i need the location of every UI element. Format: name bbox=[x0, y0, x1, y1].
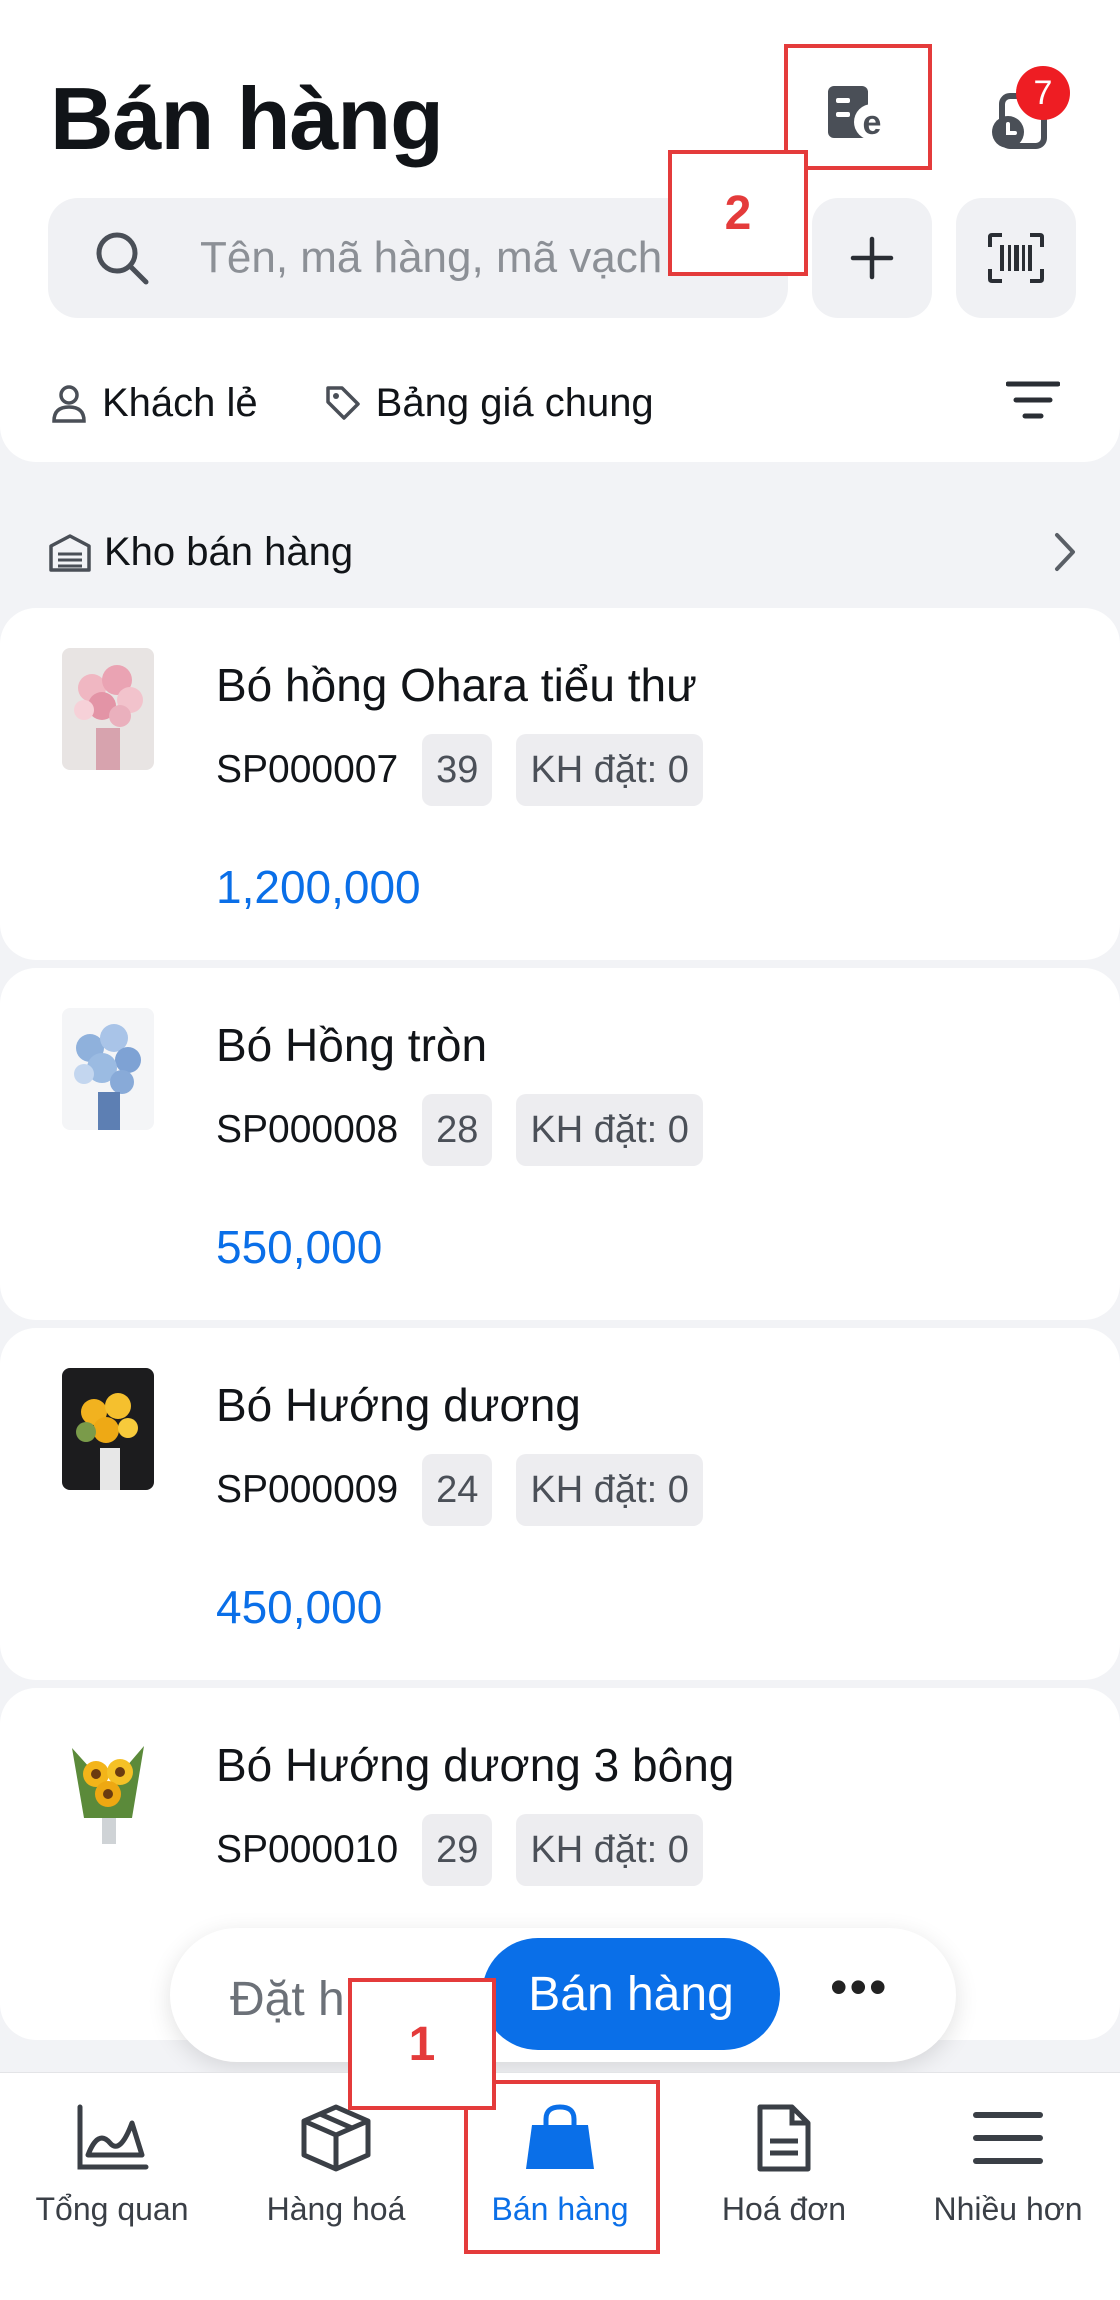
product-thumbnail bbox=[62, 648, 154, 770]
stock-chip: 28 bbox=[422, 1094, 493, 1166]
menu-icon bbox=[973, 2112, 1043, 2164]
order-tab[interactable]: Đặt h bbox=[230, 1972, 345, 2027]
product-thumbnail bbox=[62, 1728, 154, 1850]
nav-item-products[interactable]: Hàng hoá bbox=[224, 2103, 448, 2228]
filter-icon[interactable] bbox=[1006, 378, 1060, 422]
nav-label: Tổng quan bbox=[35, 2191, 189, 2227]
product-code: SP000009 bbox=[216, 1468, 399, 1511]
product-thumbnail bbox=[62, 1008, 154, 1130]
stock-chip: 24 bbox=[422, 1454, 493, 1526]
more-options-button[interactable]: ••• bbox=[830, 1958, 889, 2016]
sell-tab[interactable]: Bán hàng bbox=[482, 1938, 780, 2050]
nav-item-more[interactable]: Nhiều hơn bbox=[896, 2103, 1120, 2228]
warehouse-icon bbox=[49, 534, 91, 572]
add-button[interactable] bbox=[812, 198, 932, 318]
product-price: 550,000 bbox=[216, 1221, 383, 1273]
price-list-label: Bảng giá chung bbox=[375, 380, 654, 425]
warehouse-label: Kho bán hàng bbox=[104, 529, 354, 574]
warehouse-selector[interactable]: Kho bán hàng bbox=[48, 520, 1078, 584]
customer-label: Khách lẻ bbox=[102, 380, 258, 425]
product-price: 450,000 bbox=[216, 1581, 383, 1633]
page-title: Bán hàng bbox=[50, 69, 444, 168]
price-list-selector[interactable]: Bảng giá chung bbox=[324, 381, 654, 426]
document-icon bbox=[757, 2104, 811, 2172]
tag-icon bbox=[325, 386, 360, 420]
barcode-scan-icon bbox=[988, 233, 1044, 283]
product-name: Bó Hướng dương bbox=[216, 1379, 581, 1431]
chevron-right-icon bbox=[1055, 533, 1075, 571]
product-name: Bó hồng Ohara tiểu thư bbox=[216, 659, 697, 711]
nav-label: Hàng hoá bbox=[266, 2191, 406, 2227]
header-panel: Bán hàng e 7 Tên, mã hàng, mã vạch Khách… bbox=[0, 0, 1120, 462]
search-input[interactable] bbox=[200, 233, 680, 283]
product-card[interactable]: Bó hồng Ohara tiểu thư SP000007 39 KH đặ… bbox=[0, 608, 1120, 960]
filter-row: Khách lẻ Bảng giá chung bbox=[50, 368, 1060, 438]
box-icon bbox=[301, 2104, 371, 2172]
annotation-label-2: 2 bbox=[668, 150, 808, 276]
chart-icon bbox=[77, 2104, 149, 2170]
nav-item-invoices[interactable]: Hoá đơn bbox=[672, 2103, 896, 2228]
product-thumbnail bbox=[62, 1368, 154, 1490]
stock-chip: 29 bbox=[422, 1814, 493, 1886]
product-card[interactable]: Bó Hướng dương SP000009 24 KH đặt: 0 450… bbox=[0, 1328, 1120, 1680]
product-code: SP000007 bbox=[216, 748, 399, 791]
plus-icon bbox=[850, 236, 894, 280]
product-name: Bó Hồng tròn bbox=[216, 1019, 488, 1071]
ordered-chip: KH đặt: 0 bbox=[516, 734, 703, 806]
product-code: SP000008 bbox=[216, 1108, 399, 1151]
ordered-chip: KH đặt: 0 bbox=[516, 1094, 703, 1166]
history-button[interactable]: 7 bbox=[962, 62, 1078, 178]
product-card[interactable]: Bó Hồng tròn SP000008 28 KH đặt: 0 550,0… bbox=[0, 968, 1120, 1320]
ordered-chip: KH đặt: 0 bbox=[516, 1814, 703, 1886]
notification-badge: 7 bbox=[1016, 66, 1070, 120]
nav-label: Hoá đơn bbox=[721, 2191, 847, 2227]
annotation-label-1: 1 bbox=[348, 1978, 496, 2110]
nav-label: Nhiều hơn bbox=[933, 2191, 1083, 2227]
product-price: 1,200,000 bbox=[216, 861, 421, 913]
product-code: SP000010 bbox=[216, 1828, 399, 1871]
search-icon bbox=[96, 232, 149, 285]
nav-item-overview[interactable]: Tổng quan bbox=[0, 2103, 224, 2228]
order-mode-bar: Đặt h Bán hàng ••• bbox=[170, 1928, 956, 2062]
customer-selector[interactable]: Khách lẻ bbox=[50, 381, 258, 426]
stock-chip: 39 bbox=[422, 734, 493, 806]
ordered-chip: KH đặt: 0 bbox=[516, 1454, 703, 1526]
person-icon bbox=[52, 385, 86, 423]
product-name: Bó Hướng dương 3 bông bbox=[216, 1739, 735, 1791]
barcode-scan-button[interactable] bbox=[956, 198, 1076, 318]
